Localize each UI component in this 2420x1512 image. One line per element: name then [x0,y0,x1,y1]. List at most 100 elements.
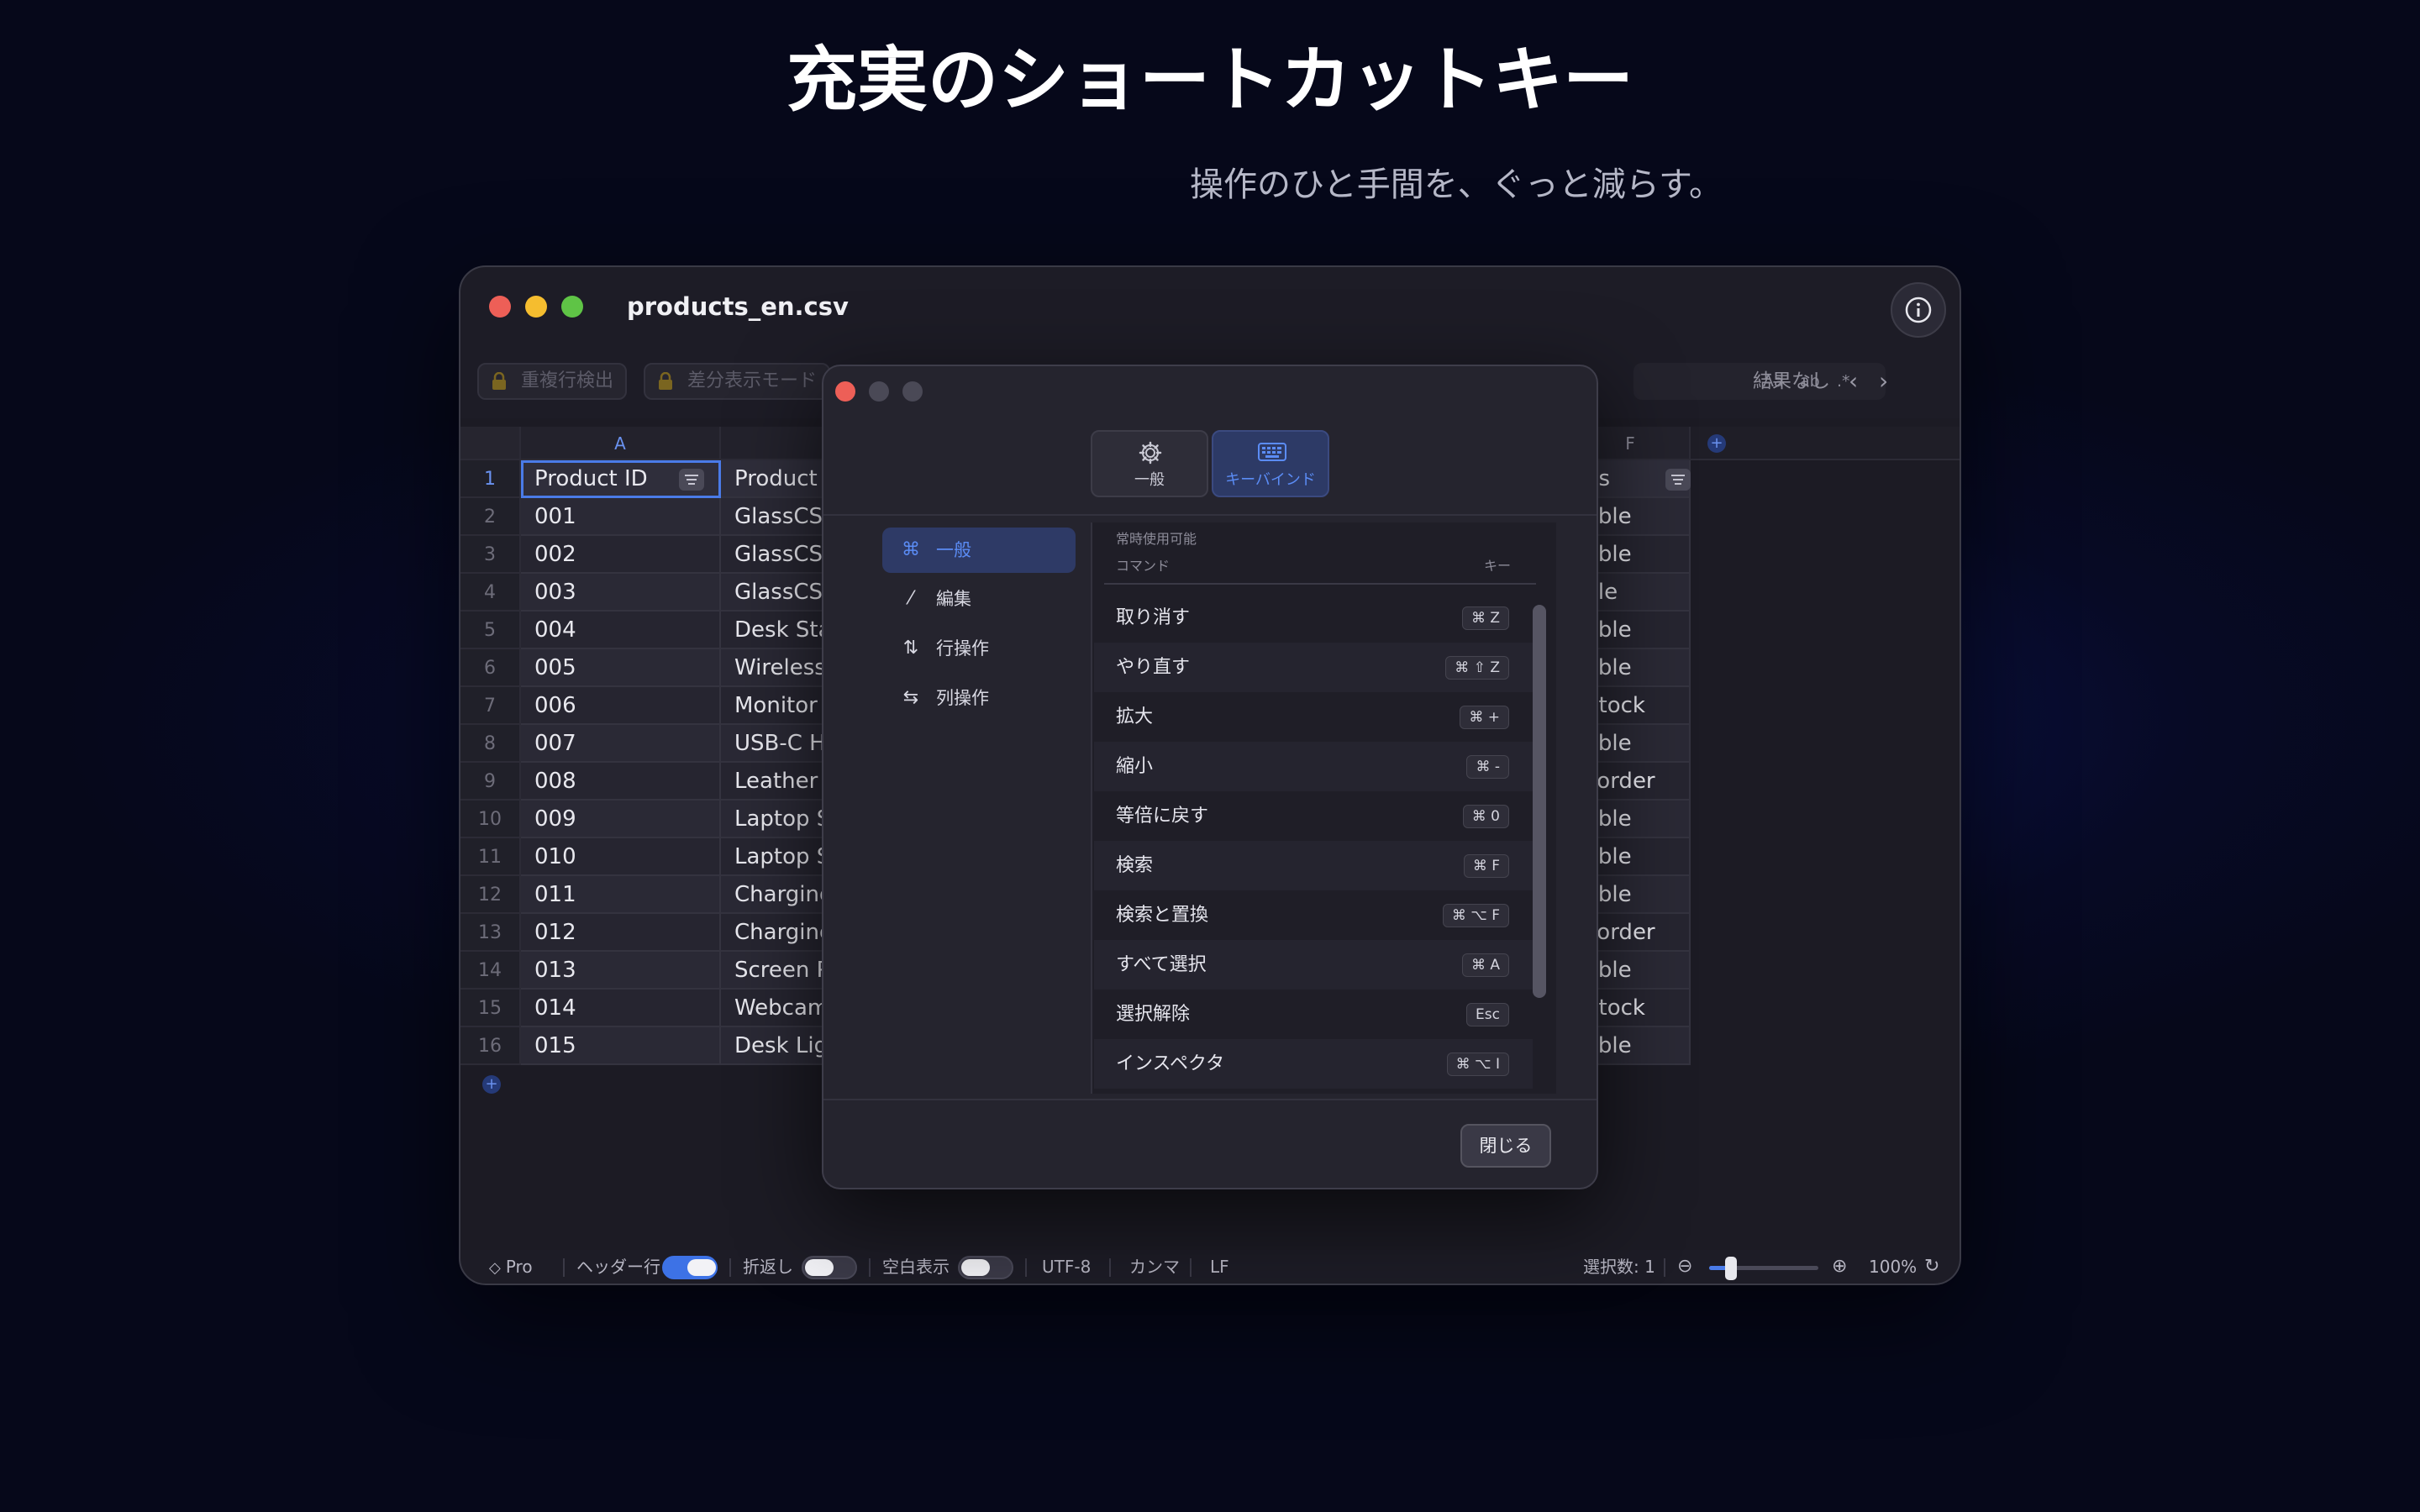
zoom-window-button[interactable] [561,296,583,318]
row-number[interactable]: 10 [460,801,521,838]
search-prev-button[interactable]: ‹ [1849,363,1858,400]
shortcut-key[interactable]: ⌘ ⇧ Z [1445,656,1509,680]
shortcut-row[interactable]: 等倍に戻す ⌘ 0 [1094,791,1533,841]
row-number[interactable]: 13 [460,914,521,952]
row-number[interactable]: 1 [460,460,521,498]
column-header-b[interactable] [721,427,839,460]
search-next-button[interactable]: › [1879,363,1888,400]
row-number[interactable]: 16 [460,1027,521,1065]
row-number[interactable]: 14 [460,952,521,990]
cell-product-id[interactable]: 013 [521,952,721,990]
zoom-in-icon[interactable]: ⊕ [1832,1247,1847,1284]
cell-product-name[interactable]: GlassCSV [721,498,839,536]
shortcut-key[interactable]: ⌘ A [1461,953,1509,977]
sidebar-item-row-ops[interactable]: ⇅ 行操作 [882,626,1076,671]
cell-product-name[interactable]: Charging [721,914,839,952]
row-number[interactable]: 7 [460,687,521,725]
dialog-close-dot[interactable] [835,381,855,402]
shortcut-key[interactable]: ⌘ 0 [1462,805,1509,828]
duplicate-detect-button[interactable]: 重複行検出 [477,363,628,400]
reset-zoom-icon[interactable]: ↻ [1924,1247,1939,1284]
cell-product-name[interactable]: Monitor A [721,687,839,725]
sidebar-item-general[interactable]: ⌘ 一般 [882,528,1076,573]
cell-product-id[interactable]: 011 [521,876,721,914]
cell-product-name[interactable]: Screen Pr [721,952,839,990]
cell-product-name[interactable]: Desk Star [721,612,839,649]
header-cell-product-name[interactable]: Product N [721,460,839,498]
cell-product-id[interactable]: 008 [521,763,721,801]
shortcut-row[interactable]: 検索 ⌘ F [1094,841,1533,890]
scrollbar[interactable] [1533,605,1546,998]
shortcut-key[interactable]: ⌘ ⌥ I [1446,1053,1509,1076]
sidebar-item-edit[interactable]: ⁄ 編集 [882,576,1076,622]
shortcut-key[interactable]: ⌘ Z [1461,606,1509,630]
header-row-toggle[interactable] [662,1256,718,1279]
cell-product-id[interactable]: 004 [521,612,721,649]
cell-product-name[interactable]: GlassCSV [721,536,839,574]
zoom-slider-knob[interactable] [1725,1257,1737,1280]
row-number[interactable]: 3 [460,536,521,574]
row-number[interactable]: 5 [460,612,521,649]
add-column-icon[interactable]: + [1707,434,1726,453]
filter-button-a[interactable] [679,469,704,491]
row-number[interactable]: 15 [460,990,521,1027]
shortcut-row[interactable]: 縮小 ⌘ - [1094,742,1533,791]
cell-product-name[interactable]: Leather M [721,763,839,801]
cell-product-id[interactable]: 002 [521,536,721,574]
cell-product-id[interactable]: 006 [521,687,721,725]
tab-general[interactable]: 一般 [1091,430,1208,497]
cell-product-id[interactable]: 003 [521,574,721,612]
cell-product-id[interactable]: 012 [521,914,721,952]
encoding-selector[interactable]: UTF-8 [1042,1247,1091,1284]
sidebar-item-col-ops[interactable]: ⇆ 列操作 [882,675,1076,721]
cell-product-id[interactable]: 015 [521,1027,721,1065]
shortcut-key[interactable]: ⌘ + [1460,706,1509,729]
line-ending-selector[interactable]: LF [1210,1247,1229,1284]
row-number[interactable]: 8 [460,725,521,763]
shortcut-key[interactable]: ⌘ ⌥ F [1442,904,1509,927]
zoom-out-icon[interactable]: ⊖ [1677,1247,1692,1284]
zoom-slider[interactable] [1709,1257,1818,1280]
cell-product-id[interactable]: 010 [521,838,721,876]
cell-product-name[interactable]: Webcam [721,990,839,1027]
minimize-window-button[interactable] [525,296,547,318]
row-number[interactable]: 9 [460,763,521,801]
shortcut-key[interactable]: ⌘ - [1466,755,1509,779]
diff-mode-button[interactable]: 差分表示モード [644,363,831,400]
shortcut-row[interactable]: すべて選択 ⌘ A [1094,940,1533,990]
cell-product-name[interactable]: Laptop Sl [721,838,839,876]
pro-badge[interactable]: ◇ Pro [489,1247,533,1284]
select-all-corner[interactable] [460,427,521,460]
filter-button-f[interactable] [1665,469,1691,491]
row-number[interactable]: 6 [460,649,521,687]
tab-keybindings[interactable]: キーバインド [1212,430,1329,497]
shortcut-row[interactable]: 選択解除 Esc [1094,990,1533,1039]
delimiter-selector[interactable]: カンマ [1129,1247,1180,1284]
shortcut-row[interactable]: 拡大 ⌘ + [1094,692,1533,742]
shortcut-row[interactable]: 取り消す ⌘ Z [1094,593,1533,643]
row-number[interactable]: 12 [460,876,521,914]
row-number[interactable]: 2 [460,498,521,536]
shortcut-row[interactable]: インスペクタ ⌘ ⌥ I [1094,1039,1533,1089]
cell-product-name[interactable]: Desk Ligh [721,1027,839,1065]
row-number[interactable]: 4 [460,574,521,612]
cell-product-name[interactable]: USB-C Hu [721,725,839,763]
shortcut-row[interactable]: やり直す ⌘ ⇧ Z [1094,643,1533,692]
shortcut-key[interactable]: ⌘ F [1463,854,1509,878]
cell-product-id[interactable]: 005 [521,649,721,687]
cell-product-name[interactable]: Laptop Sl [721,801,839,838]
cell-product-id[interactable]: 007 [521,725,721,763]
add-row-icon[interactable]: + [482,1075,501,1094]
info-button[interactable] [1891,282,1946,338]
cell-product-name[interactable]: Wireless [721,649,839,687]
wrap-toggle[interactable] [802,1256,857,1279]
cell-product-id[interactable]: 014 [521,990,721,1027]
cell-product-id[interactable]: 001 [521,498,721,536]
cell-product-name[interactable]: GlassCSV [721,574,839,612]
shortcut-key[interactable]: Esc [1466,1003,1509,1026]
row-number[interactable]: 11 [460,838,521,876]
whitespace-toggle[interactable] [958,1256,1013,1279]
cell-product-name[interactable]: Charging [721,876,839,914]
shortcut-row[interactable]: 検索と置換 ⌘ ⌥ F [1094,890,1533,940]
close-window-button[interactable] [489,296,511,318]
